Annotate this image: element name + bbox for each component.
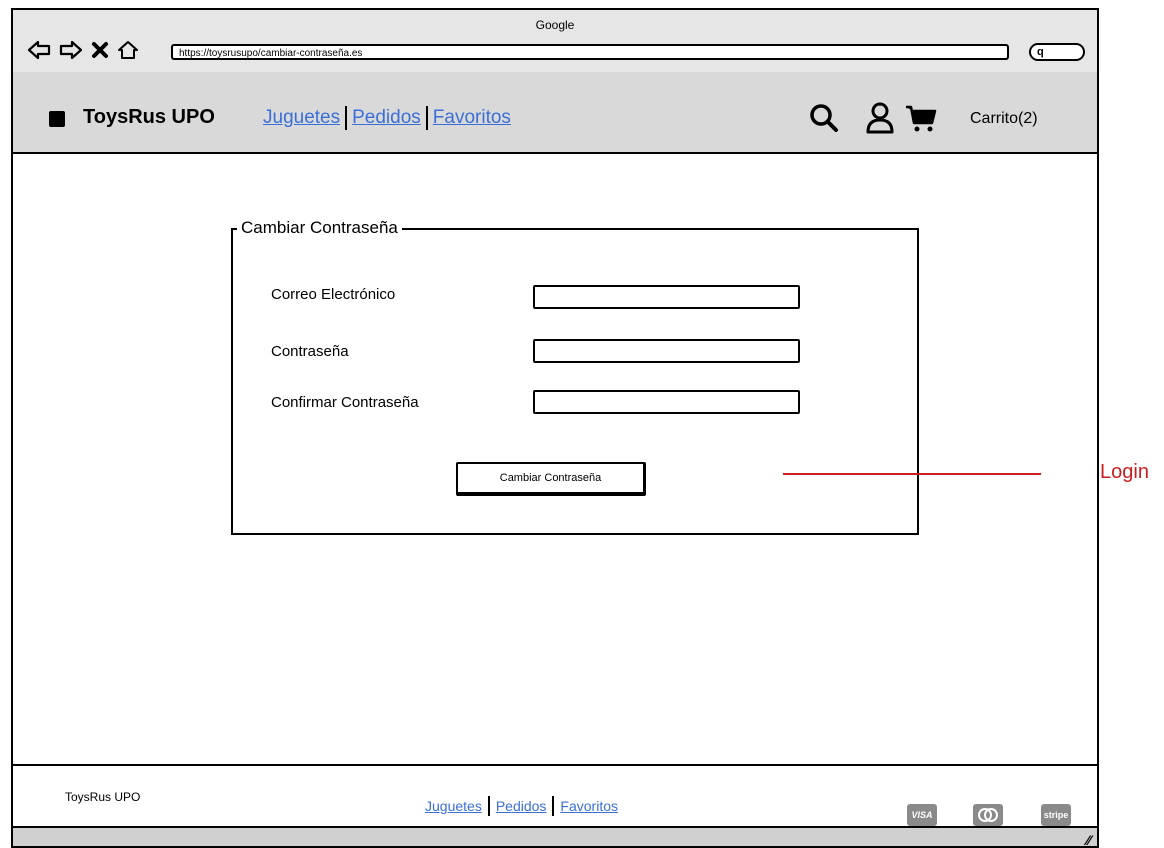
nav-link-juguetes[interactable]: Juguetes xyxy=(263,107,340,129)
change-password-button[interactable]: Cambiar Contraseña xyxy=(456,462,646,496)
mastercard-icon xyxy=(973,804,1003,826)
email-label: Correo Electrónico xyxy=(271,286,396,303)
email-field[interactable] xyxy=(533,285,800,309)
browser-statusbar: ⁄⁄ xyxy=(13,828,1097,846)
back-icon[interactable] xyxy=(27,40,51,60)
browser-window: Google https://toysrusupo/cambiar-contra… xyxy=(11,8,1099,848)
nav-separator xyxy=(425,106,428,130)
confirm-password-field[interactable] xyxy=(533,390,800,414)
footer-brand: ToysRus UPO xyxy=(65,790,141,804)
user-icon[interactable] xyxy=(865,102,895,139)
nav-link-pedidos[interactable]: Pedidos xyxy=(352,107,421,129)
site-footer: ToysRus UPO Juguetes Pedidos Favoritos V… xyxy=(13,764,1097,828)
address-bar[interactable]: https://toysrusupo/cambiar-contraseña.es xyxy=(171,44,1009,60)
browser-search-button[interactable]: q xyxy=(1029,43,1085,61)
footer-nav-separator xyxy=(487,796,490,816)
window-title: Google xyxy=(535,18,575,32)
browser-titlebar: Google https://toysrusupo/cambiar-contra… xyxy=(13,10,1097,74)
close-icon[interactable] xyxy=(91,41,109,59)
cart-icon[interactable] xyxy=(905,103,937,138)
footer-nav: Juguetes Pedidos Favoritos xyxy=(425,796,618,816)
password-label: Contraseña xyxy=(271,343,349,360)
visa-icon: VISA xyxy=(907,804,937,826)
annotation-label[interactable]: Login xyxy=(1100,461,1149,484)
footer-link-pedidos[interactable]: Pedidos xyxy=(496,798,547,814)
search-icon[interactable] xyxy=(809,103,839,138)
password-field[interactable] xyxy=(533,339,800,363)
main-nav: Juguetes Pedidos Favoritos xyxy=(263,106,511,130)
browser-nav-buttons xyxy=(27,38,139,62)
nav-link-favoritos[interactable]: Favoritos xyxy=(433,107,511,129)
payment-methods: VISA stripe xyxy=(907,804,1071,826)
annotation-connector xyxy=(783,473,1041,475)
nav-separator xyxy=(345,106,348,130)
footer-link-favoritos[interactable]: Favoritos xyxy=(560,798,618,814)
site-header: ToysRus UPO Juguetes Pedidos Favoritos C… xyxy=(13,72,1097,154)
change-password-form: Cambiar Contraseña Correo Electrónico Co… xyxy=(231,218,919,535)
home-icon[interactable] xyxy=(117,40,139,60)
form-legend: Cambiar Contraseña xyxy=(237,218,402,238)
footer-nav-separator xyxy=(552,796,555,816)
header-actions xyxy=(809,102,937,139)
forward-icon[interactable] xyxy=(59,40,83,60)
confirm-password-label: Confirmar Contraseña xyxy=(271,394,419,411)
resize-grip-icon[interactable]: ⁄⁄ xyxy=(1086,832,1091,846)
stripe-icon: stripe xyxy=(1041,804,1071,826)
search-glyph: q xyxy=(1037,46,1044,58)
footer-link-juguetes[interactable]: Juguetes xyxy=(425,798,482,814)
site-brand[interactable]: ToysRus UPO xyxy=(83,106,215,129)
cart-link[interactable]: Carrito(2) xyxy=(970,110,1038,128)
logo-icon xyxy=(49,111,65,127)
